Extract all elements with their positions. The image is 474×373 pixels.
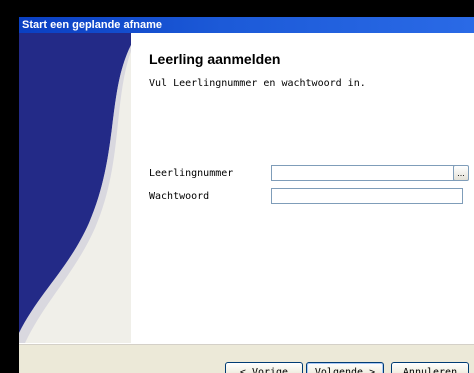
back-button[interactable]: < Vorige — [225, 362, 303, 373]
wizard-banner-image — [19, 33, 131, 343]
student-number-input[interactable] — [271, 165, 463, 181]
page-subtitle: Vul Leerlingnummer en wachtwoord in. — [149, 78, 366, 89]
next-button[interactable]: Volgende > — [306, 362, 384, 373]
window-title: Start een geplande afname — [19, 17, 474, 33]
student-number-label: Leerlingnummer — [149, 168, 234, 179]
password-input[interactable] — [271, 188, 463, 204]
wizard-footer: < Vorige Volgende > Annuleren — [19, 344, 474, 373]
page-title: Leerling aanmelden — [149, 51, 281, 67]
cancel-button[interactable]: Annuleren — [391, 362, 469, 373]
browse-button[interactable]: ... — [453, 165, 469, 181]
wizard-window: Start een geplande afname Leerling aanme… — [19, 17, 474, 373]
password-label: Wachtwoord — [149, 191, 210, 202]
